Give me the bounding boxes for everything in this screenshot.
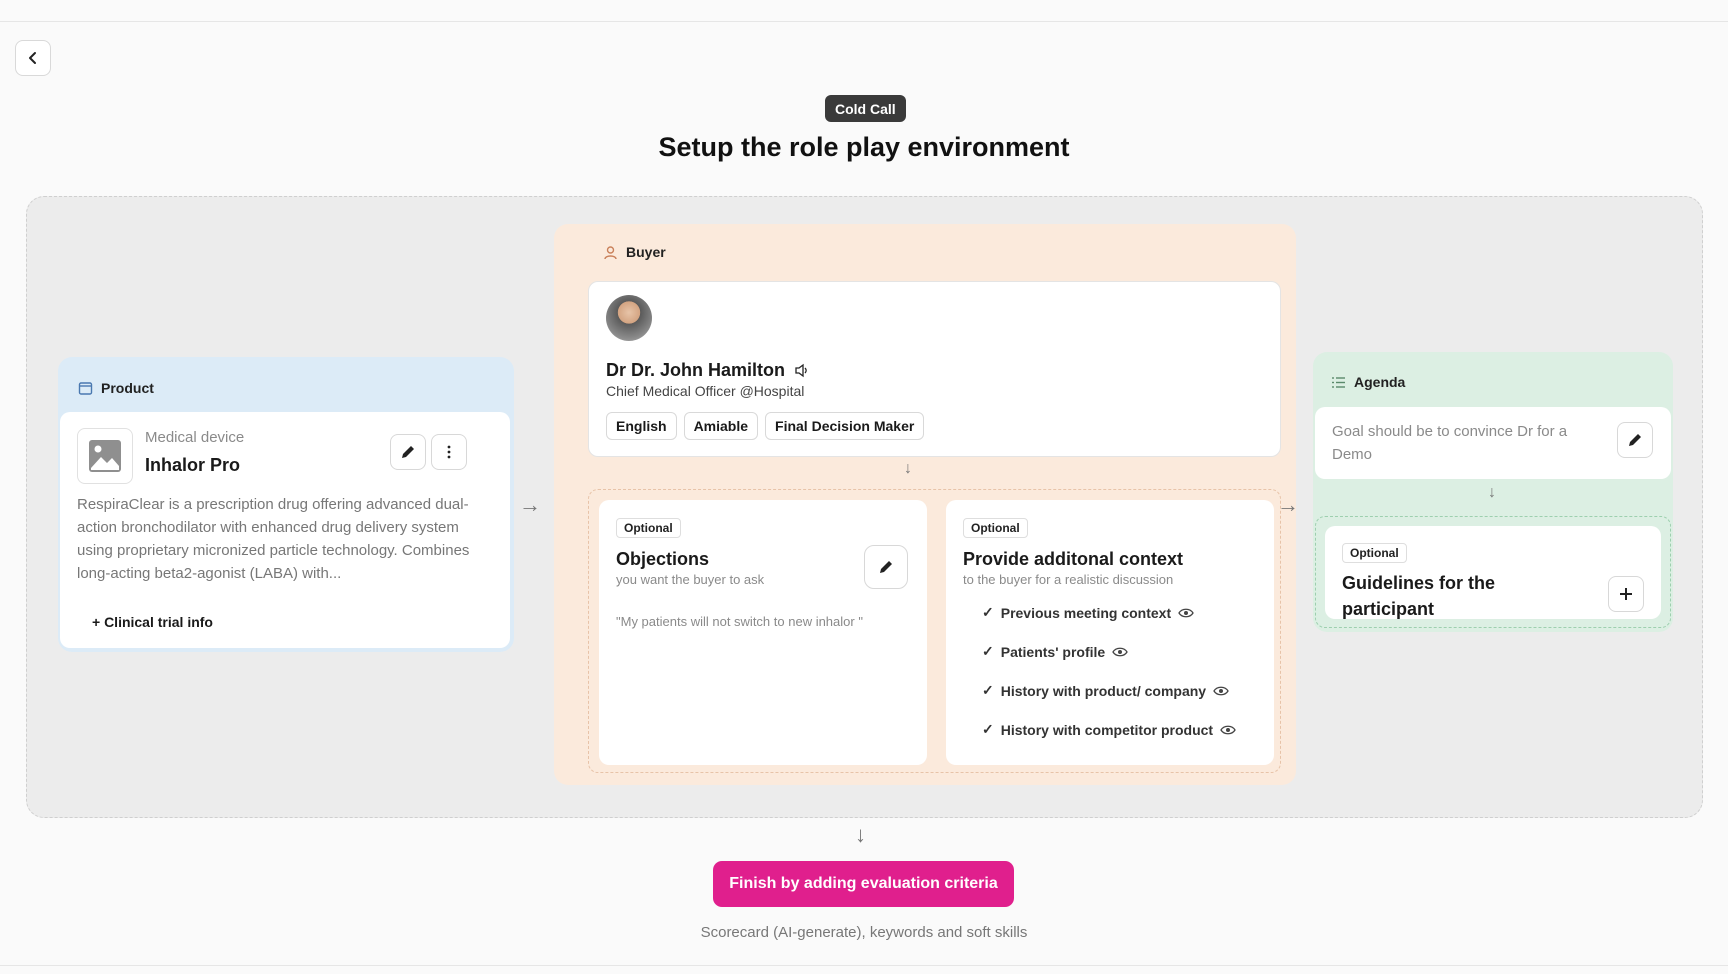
add-clinical-trial-link[interactable]: + Clinical trial info (92, 614, 213, 630)
context-item[interactable]: ✓ History with competitor product (982, 710, 1236, 749)
environment-canvas: Product Medical device Inhalor Pro Respi… (26, 196, 1703, 818)
buyer-name: Dr Dr. John Hamilton (606, 360, 786, 380)
check-icon: ✓ (982, 604, 994, 620)
language-tag[interactable]: English (606, 412, 677, 440)
agenda-goal: Goal should be to convince Dr for a Demo (1332, 423, 1568, 463)
agenda-section-label: Agenda (1354, 374, 1406, 390)
edit-agenda-button[interactable] (1617, 422, 1653, 458)
objections-optional-badge: Optional (616, 518, 681, 538)
box-icon (78, 381, 93, 395)
personality-tag[interactable]: Amiable (683, 412, 759, 440)
finish-evaluation-criteria-button[interactable]: Finish by adding evaluation criteria (713, 861, 1014, 907)
agenda-panel: Agenda Goal should be to convince Dr for… (1313, 352, 1673, 632)
back-button[interactable] (15, 40, 51, 76)
user-icon (604, 245, 617, 259)
objections-title: Objections (616, 549, 710, 569)
edit-objections-button[interactable] (864, 545, 908, 589)
edit-product-button[interactable] (390, 434, 426, 470)
context-item[interactable]: ✓ Previous meeting context (982, 593, 1236, 632)
pencil-icon (1629, 434, 1641, 446)
decision-role-tag[interactable]: Final Decision Maker (765, 412, 925, 440)
avatar (606, 295, 652, 341)
image-icon (89, 440, 121, 472)
guidelines-dashed-area: Optional Guidelines for the participant (1315, 516, 1671, 628)
guidelines-card: Optional Guidelines for the participant (1325, 526, 1661, 619)
context-subtitle: to the buyer for a realistic discussion (963, 572, 1174, 587)
pencil-icon (402, 446, 414, 458)
product-image-placeholder (77, 428, 133, 484)
arrow-down-icon: ↓ (855, 822, 866, 847)
check-icon: ✓ (982, 682, 994, 698)
objections-subtitle: you want the buyer to ask (616, 572, 765, 587)
agenda-goal-card: Goal should be to convince Dr for a Demo (1315, 407, 1671, 479)
pencil-icon (880, 561, 892, 573)
product-section-header: Product (78, 380, 154, 396)
buyer-section-header: Buyer (603, 244, 666, 260)
context-list: ✓ Previous meeting context ✓ Patients' p… (982, 593, 1236, 749)
context-item-label: History with competitor product (1000, 721, 1214, 738)
objection-example: "My patients will not switch to new inha… (616, 614, 863, 629)
product-description: RespiraClear is a prescription drug offe… (77, 496, 470, 582)
speaker-icon[interactable] (794, 363, 809, 378)
objections-card: Optional Objections you want the buyer t… (599, 500, 927, 765)
eye-icon[interactable] (1220, 724, 1236, 736)
scenario-badge: Cold Call (825, 95, 906, 122)
eye-icon[interactable] (1178, 607, 1194, 619)
eye-icon[interactable] (1213, 685, 1229, 697)
bottom-divider (0, 965, 1728, 966)
product-more-button[interactable] (431, 434, 467, 470)
guidelines-title: Guidelines for the participant (1342, 573, 1496, 619)
arrow-right-icon: → (519, 492, 541, 517)
context-title: Provide additonal context (963, 549, 1184, 569)
plus-icon (1620, 588, 1632, 600)
list-icon (1332, 376, 1345, 388)
top-divider (0, 21, 1728, 22)
page-title: Setup the role play environment (658, 132, 1070, 162)
context-item-label: Patients' profile (1000, 643, 1106, 660)
buyer-optional-area: Optional Objections you want the buyer t… (588, 489, 1281, 773)
buyer-name-row: Dr Dr. John Hamilton (606, 360, 809, 381)
chevron-left-icon (29, 52, 36, 64)
product-category: Medical device (145, 429, 245, 446)
check-icon: ✓ (982, 643, 994, 659)
arrow-down-icon: ↓ (1488, 484, 1496, 501)
context-item-label: History with product/ company (1000, 682, 1207, 699)
context-optional-badge: Optional (963, 518, 1028, 538)
buyer-section-label: Buyer (626, 244, 666, 260)
cta-subtext: Scorecard (AI-generate), keywords and so… (700, 924, 1028, 941)
product-section-label: Product (101, 380, 154, 396)
add-guidelines-button[interactable] (1608, 576, 1644, 612)
arrow-down-icon: ↓ (904, 460, 912, 477)
context-item[interactable]: ✓ History with product/ company (982, 671, 1236, 710)
product-card: Medical device Inhalor Pro RespiraClear … (60, 412, 510, 648)
context-card: Optional Provide additonal context to th… (946, 500, 1274, 765)
buyer-panel: Buyer Dr Dr. John Hamilton Chief Medical… (554, 224, 1296, 785)
agenda-section-header: Agenda (1331, 374, 1405, 390)
check-icon: ✓ (982, 721, 994, 737)
buyer-profile-card: Dr Dr. John Hamilton Chief Medical Offic… (588, 281, 1281, 457)
guidelines-optional-badge: Optional (1342, 543, 1407, 563)
product-panel: Product Medical device Inhalor Pro Respi… (58, 357, 514, 652)
more-vertical-icon (447, 445, 451, 459)
context-item[interactable]: ✓ Patients' profile (982, 632, 1236, 671)
eye-icon[interactable] (1112, 646, 1128, 658)
product-name: Inhalor Pro (145, 455, 241, 475)
context-item-label: Previous meeting context (1000, 604, 1172, 621)
buyer-role: Chief Medical Officer @Hospital (606, 383, 805, 399)
buyer-tags: English Amiable Final Decision Maker (606, 412, 925, 440)
arrow-right-icon: → (1277, 492, 1299, 517)
